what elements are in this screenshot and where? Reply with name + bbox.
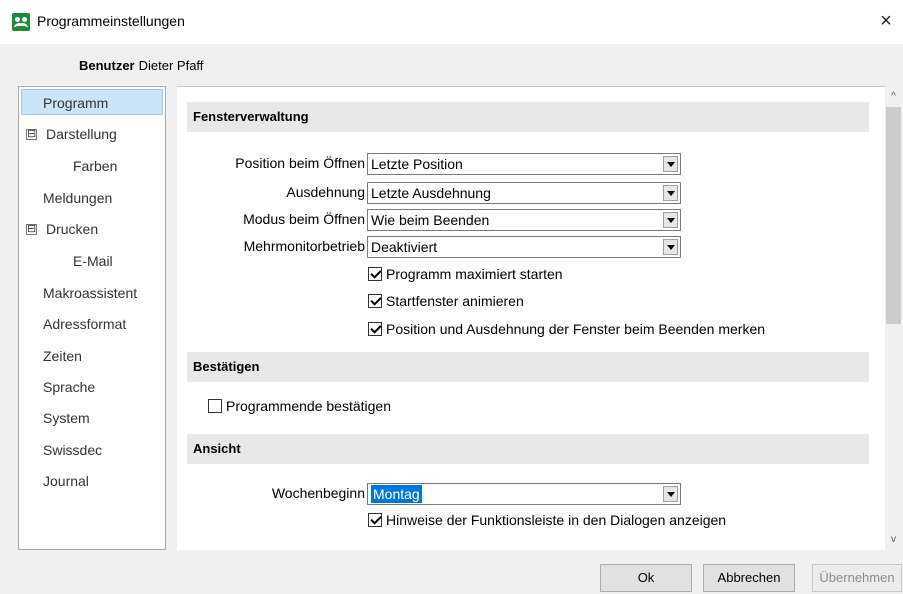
app-icon bbox=[12, 13, 30, 31]
checkbox-icon[interactable] bbox=[368, 294, 382, 308]
scroll-thumb[interactable] bbox=[886, 107, 901, 324]
nav-item-drucken[interactable]: Drucken bbox=[46, 216, 98, 242]
window-title: Programmeinstellungen bbox=[37, 13, 185, 29]
modus-dropdown[interactable]: Wie beim Beenden bbox=[367, 209, 681, 231]
checkbox-programmende-bestaetigen[interactable]: Programmende bestätigen bbox=[208, 398, 391, 414]
nav-item-programm[interactable]: Programm bbox=[21, 89, 163, 115]
checkbox-label: Startfenster animieren bbox=[386, 293, 524, 309]
checkbox-icon[interactable] bbox=[208, 399, 222, 413]
checkbox-label: Hinweise der Funktionsleiste in den Dial… bbox=[386, 512, 727, 528]
nav-item-makroassistent[interactable]: Makroassistent bbox=[43, 280, 137, 306]
mehrmonitor-dropdown[interactable]: Deaktiviert bbox=[367, 236, 681, 258]
nav-item-sprache[interactable]: Sprache bbox=[43, 374, 95, 400]
dropdown-value: Letzte Ausdehnung bbox=[371, 185, 491, 201]
field-label: Modus beim Öffnen bbox=[243, 211, 365, 227]
nav-item-meldungen[interactable]: Meldungen bbox=[43, 185, 112, 211]
checkbox-icon[interactable] bbox=[368, 513, 382, 527]
settings-content: Fensterverwaltung Position beim Öffnen L… bbox=[177, 86, 885, 550]
title-bar: Programmeinstellungen × bbox=[0, 0, 903, 44]
field-label: Ausdehnung bbox=[286, 184, 365, 200]
checkbox-programm-maximiert[interactable]: Programm maximiert starten bbox=[368, 266, 563, 282]
cancel-button[interactable]: Abbrechen bbox=[703, 564, 795, 592]
dropdown-value: Wie beim Beenden bbox=[371, 212, 490, 228]
position-dropdown[interactable]: Letzte Position bbox=[367, 153, 681, 175]
collapse-icon[interactable]: ⊟ bbox=[26, 224, 37, 235]
chevron-down-icon[interactable] bbox=[663, 239, 678, 255]
section-header-ansicht: Ansicht bbox=[187, 434, 869, 464]
user-info: Benutzer Dieter Pfaff bbox=[79, 58, 203, 73]
close-icon[interactable]: × bbox=[873, 8, 899, 34]
section-header-fensterverwaltung: Fensterverwaltung bbox=[187, 102, 869, 132]
ausdehnung-dropdown[interactable]: Letzte Ausdehnung bbox=[367, 182, 681, 204]
field-label: Position beim Öffnen bbox=[235, 155, 365, 171]
nav-item-zeiten[interactable]: Zeiten bbox=[43, 343, 82, 369]
section-header-bestaetigen: Bestätigen bbox=[187, 352, 869, 382]
checkbox-icon[interactable] bbox=[368, 267, 382, 281]
checkbox-label: Programmende bestätigen bbox=[226, 398, 391, 414]
chevron-down-icon[interactable] bbox=[663, 212, 678, 228]
dropdown-value: Montag bbox=[371, 485, 422, 503]
checkbox-label: Position und Ausdehnung der Fenster beim… bbox=[386, 321, 766, 337]
checkbox-label: Programm maximiert starten bbox=[386, 266, 563, 282]
nav-item-darstellung[interactable]: Darstellung bbox=[46, 121, 117, 147]
checkbox-icon[interactable] bbox=[368, 322, 382, 336]
scroll-down-icon[interactable]: v bbox=[885, 531, 902, 548]
settings-nav-tree: Programm ⊟ Darstellung Farben Meldungen … bbox=[18, 86, 166, 550]
nav-item-swissdec[interactable]: Swissdec bbox=[43, 437, 102, 463]
nav-item-journal[interactable]: Journal bbox=[43, 468, 89, 494]
dropdown-value: Letzte Position bbox=[371, 156, 463, 172]
checkbox-hinweise-anzeigen[interactable]: Hinweise der Funktionsleiste in den Dial… bbox=[368, 512, 726, 528]
field-label: Wochenbeginn bbox=[271, 485, 365, 501]
nav-item-system[interactable]: System bbox=[43, 405, 90, 431]
field-label: Mehrmonitorbetrieb bbox=[243, 238, 365, 254]
checkbox-startfenster-animieren[interactable]: Startfenster animieren bbox=[368, 293, 524, 309]
nav-item-farben[interactable]: Farben bbox=[73, 153, 117, 179]
user-label: Benutzer bbox=[79, 58, 135, 73]
collapse-icon[interactable]: ⊟ bbox=[26, 129, 37, 140]
scroll-up-icon[interactable]: ^ bbox=[885, 88, 902, 105]
chevron-down-icon[interactable] bbox=[663, 486, 678, 502]
nav-item-e-mail[interactable]: E-Mail bbox=[73, 248, 113, 274]
user-name: Dieter Pfaff bbox=[138, 58, 204, 73]
nav-item-adressformat[interactable]: Adressformat bbox=[43, 311, 126, 337]
vertical-scrollbar[interactable]: ^ v bbox=[885, 86, 902, 550]
checkbox-position-merken[interactable]: Position und Ausdehnung der Fenster beim… bbox=[368, 321, 765, 337]
apply-button[interactable]: Übernehmen bbox=[812, 564, 902, 592]
dropdown-value: Deaktiviert bbox=[371, 239, 438, 255]
chevron-down-icon[interactable] bbox=[663, 185, 678, 201]
chevron-down-icon[interactable] bbox=[663, 156, 678, 172]
wochenbeginn-dropdown[interactable]: Montag bbox=[367, 483, 681, 505]
ok-button[interactable]: Ok bbox=[600, 564, 692, 592]
